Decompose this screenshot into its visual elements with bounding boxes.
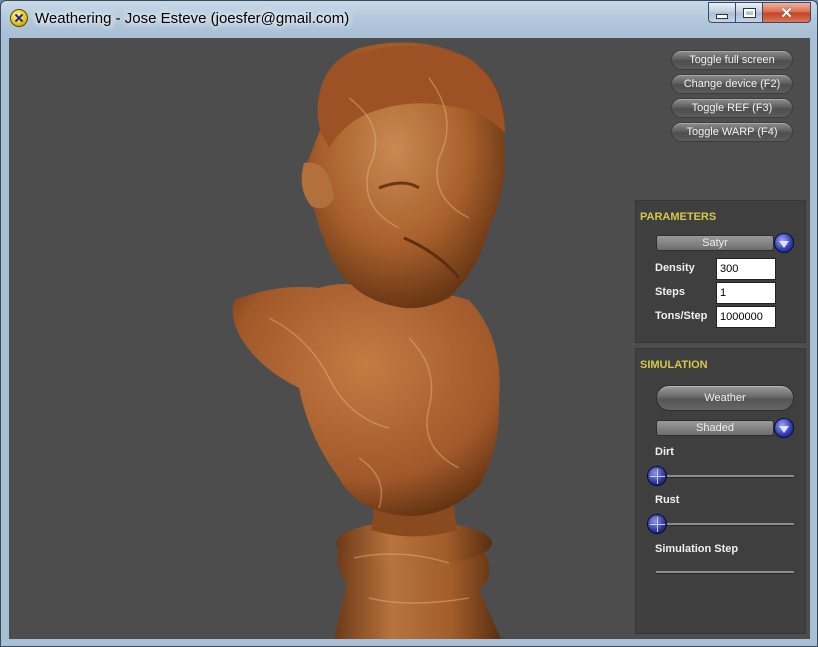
rust-slider-thumb-icon[interactable] [647,514,667,534]
model-select[interactable]: Satyr [656,235,774,251]
dirt-slider-thumb-icon[interactable] [647,466,667,486]
rust-slider-track[interactable] [656,523,794,526]
tons-per-step-label: Tons/Step [655,310,708,322]
maximize-button[interactable] [736,2,763,23]
close-icon: ✕ [780,4,793,22]
title-bar[interactable]: Weathering - Jose Esteve (joesfer@gmail.… [1,1,817,37]
chevron-down-icon[interactable] [774,418,794,438]
app-window: Weathering - Jose Esteve (joesfer@gmail.… [0,0,818,647]
dirt-label: Dirt [655,446,674,458]
window-title: Weathering - Jose Esteve (joesfer@gmail.… [35,10,350,27]
app-icon[interactable] [10,9,28,27]
tons-per-step-field[interactable]: 1000000 [716,306,776,328]
minimize-icon [716,14,728,19]
density-field[interactable]: 300 [716,258,776,280]
maximize-icon [742,7,756,18]
toggle-warp-button[interactable]: Toggle WARP (F4) [671,122,793,142]
close-button[interactable]: ✕ [763,2,811,23]
minimize-button[interactable] [708,2,736,23]
steps-field[interactable]: 1 [716,282,776,304]
parameters-panel: PARAMETERS Satyr Density 300 Steps 1 Ton… [635,200,806,343]
change-device-button[interactable]: Change device (F2) [671,74,793,94]
density-label: Density [655,262,695,274]
simulation-title: SIMULATION [640,359,708,371]
window-controls: ✕ [708,2,811,24]
parameters-title: PARAMETERS [640,211,717,223]
weather-button[interactable]: Weather [656,385,794,411]
dirt-slider-track[interactable] [656,475,794,478]
simulation-step-progress-track [656,571,794,574]
steps-label: Steps [655,286,685,298]
simulation-step-label: Simulation Step [655,543,739,555]
toggle-full-screen-button[interactable]: Toggle full screen [671,50,793,70]
shading-mode-select[interactable]: Shaded [656,420,774,436]
rust-label: Rust [655,494,680,506]
toggle-ref-button[interactable]: Toggle REF (F3) [671,98,793,118]
simulation-panel: SIMULATION Weather Shaded Dirt Rust Simu… [635,348,806,634]
render-viewport[interactable]: Toggle full screen Change device (F2) To… [9,38,810,639]
chevron-down-icon[interactable] [774,233,794,253]
